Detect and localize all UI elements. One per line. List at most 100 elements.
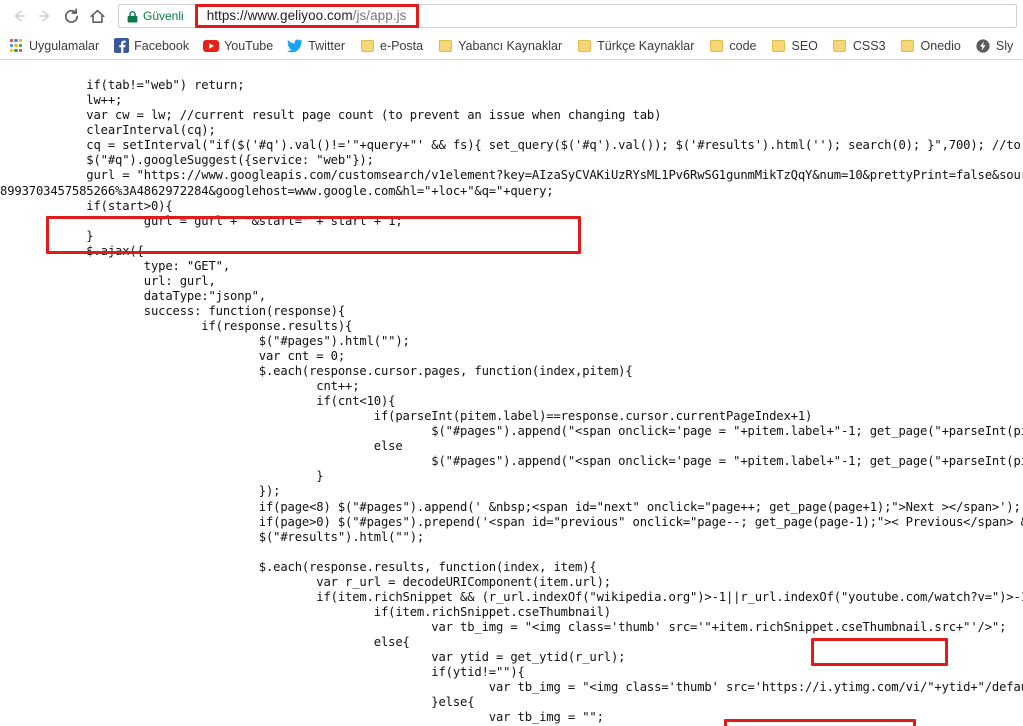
code-line: if(tab!="web") return; <box>0 78 1023 93</box>
folder-icon <box>708 38 724 54</box>
apps-grid-icon <box>8 38 24 54</box>
folder-icon <box>359 38 375 54</box>
bookmark-label: Facebook <box>134 39 189 53</box>
twitter-icon <box>287 38 303 54</box>
url-origin: https://www.geliyoo.com <box>207 8 353 23</box>
bookmark-folder-yabanci-kaynaklar[interactable]: Yabancı Kaynaklar <box>437 36 562 56</box>
bookmark-folder-eposta[interactable]: e-Posta <box>359 36 423 56</box>
url-field[interactable]: https://www.geliyoo.com/js/app.js <box>195 4 1012 28</box>
bookmark-apps[interactable]: Uygulamalar <box>8 36 99 56</box>
bookmark-label: Yabancı Kaynaklar <box>458 39 562 53</box>
reload-button[interactable] <box>58 3 84 29</box>
url-text: https://www.geliyoo.com/js/app.js <box>207 8 407 23</box>
bookmark-folder-code[interactable]: code <box>708 36 756 56</box>
bookmark-label: Uygulamalar <box>29 39 99 53</box>
arrow-left-icon <box>10 7 28 25</box>
code-line: } <box>0 229 1023 244</box>
forward-button[interactable] <box>32 3 58 29</box>
code-line: if(item.richSnippet && (r_url.indexOf("w… <box>0 590 1023 605</box>
code-line: 8993703457585266%3A4862972284&googlehost… <box>0 184 1023 199</box>
bookmark-folder-seo[interactable]: SEO <box>770 36 817 56</box>
lock-icon <box>127 10 138 22</box>
youtube-icon <box>203 38 219 54</box>
folder-icon <box>437 38 453 54</box>
security-indicator[interactable]: Güvenli <box>127 9 193 23</box>
url-path: /js/app.js <box>353 8 407 23</box>
bookmark-folder-turkce-kaynaklar[interactable]: Türkçe Kaynaklar <box>576 36 694 56</box>
code-line: var cnt = 0; <box>0 349 1023 364</box>
bookmark-folder-onedio[interactable]: Onedio <box>900 36 961 56</box>
code-line: $("#pages").append("<span onclick='page … <box>0 454 1023 469</box>
code-line: gurl = gurl + "&start=" + start + 1; <box>0 214 1023 229</box>
code-line: if(response.results){ <box>0 319 1023 334</box>
bookmark-label: e-Posta <box>380 39 423 53</box>
code-line: else{ <box>0 635 1023 650</box>
code-line: if(page<8) $("#pages").append(' &nbsp;<s… <box>0 500 1023 515</box>
code-line: lw++; <box>0 93 1023 108</box>
code-line: cq = setInterval("if($('#q').val()!='"+q… <box>0 138 1023 153</box>
sly-icon <box>975 38 991 54</box>
bookmark-label: YouTube <box>224 39 273 53</box>
bookmark-label: Onedio <box>921 39 961 53</box>
folder-icon <box>832 38 848 54</box>
bookmark-label: code <box>729 39 756 53</box>
security-label: Güvenli <box>143 9 184 23</box>
code-line: clearInterval(cq); <box>0 123 1023 138</box>
code-line: $("#results").html(""); <box>0 530 1023 545</box>
code-line: if(page>0) $("#pages").prepend('<span id… <box>0 515 1023 530</box>
code-line: $("#q").googleSuggest({service: "web"}); <box>0 153 1023 168</box>
bookmark-youtube[interactable]: YouTube <box>203 36 273 56</box>
code-line: else <box>0 439 1023 454</box>
folder-icon <box>770 38 786 54</box>
code-line: gurl = "https://www.googleapis.com/custo… <box>0 168 1023 183</box>
bookmarks-bar: Uygulamalar Facebook YouTube <box>0 32 1023 59</box>
page-viewport[interactable]: if(tab!="web") return; lw++; var cw = lw… <box>0 60 1023 726</box>
code-line: var ytid = get_ytid(r_url); <box>0 650 1023 665</box>
code-line: $.ajax({ <box>0 244 1023 259</box>
code-line: } <box>0 469 1023 484</box>
bookmark-label: Sly <box>996 39 1013 53</box>
back-button[interactable] <box>6 3 32 29</box>
home-button[interactable] <box>84 3 110 29</box>
code-line: if(start>0){ <box>0 199 1023 214</box>
reload-icon <box>62 7 81 26</box>
code-line: dataType:"jsonp", <box>0 289 1023 304</box>
code-line: var r_url = decodeURIComponent(item.url)… <box>0 575 1023 590</box>
code-line: url: gurl, <box>0 274 1023 289</box>
folder-icon <box>576 38 592 54</box>
code-line: $("#pages").append("<span onclick='page … <box>0 424 1023 439</box>
url-highlight-box: https://www.geliyoo.com/js/app.js <box>195 4 420 28</box>
code-line: if(item.richSnippet.cseThumbnail) <box>0 605 1023 620</box>
bookmark-label: SEO <box>791 39 817 53</box>
code-line: if(parseInt(pitem.label)==response.curso… <box>0 409 1023 424</box>
code-line: if(ytid!=""){ <box>0 665 1023 680</box>
facebook-icon <box>113 38 129 54</box>
bookmark-label: Twitter <box>308 39 345 53</box>
address-bar[interactable]: Güvenli https://www.geliyoo.com/js/app.j… <box>118 4 1017 28</box>
code-line: }); <box>0 484 1023 499</box>
arrow-right-icon <box>36 7 54 25</box>
browser-toolbar: Güvenli https://www.geliyoo.com/js/app.j… <box>0 0 1023 32</box>
code-line: var tb_img = ""; <box>0 710 1023 725</box>
bookmark-label: Türkçe Kaynaklar <box>597 39 694 53</box>
code-line: cnt++; <box>0 379 1023 394</box>
code-line: var tb_img = "<img class='thumb' src='"+… <box>0 620 1023 635</box>
folder-icon <box>900 38 916 54</box>
javascript-source-text: if(tab!="web") return; lw++; var cw = lw… <box>0 78 1023 726</box>
home-icon <box>88 7 107 26</box>
code-line: }else{ <box>0 695 1023 710</box>
browser-chrome: Güvenli https://www.geliyoo.com/js/app.j… <box>0 0 1023 60</box>
bookmark-sly[interactable]: Sly <box>975 36 1013 56</box>
bookmark-folder-css3[interactable]: CSS3 <box>832 36 886 56</box>
bookmark-facebook[interactable]: Facebook <box>113 36 189 56</box>
code-line: $.each(response.results, function(index,… <box>0 560 1023 575</box>
bookmark-twitter[interactable]: Twitter <box>287 36 345 56</box>
code-line: success: function(response){ <box>0 304 1023 319</box>
code-line: $.each(response.cursor.pages, function(i… <box>0 364 1023 379</box>
code-line <box>0 545 1023 560</box>
code-line: var cw = lw; //current result page count… <box>0 108 1023 123</box>
code-line: $("#pages").html(""); <box>0 334 1023 349</box>
bookmark-label: CSS3 <box>853 39 886 53</box>
code-line: type: "GET", <box>0 259 1023 274</box>
code-line: var tb_img = "<img class='thumb' src='ht… <box>0 680 1023 695</box>
